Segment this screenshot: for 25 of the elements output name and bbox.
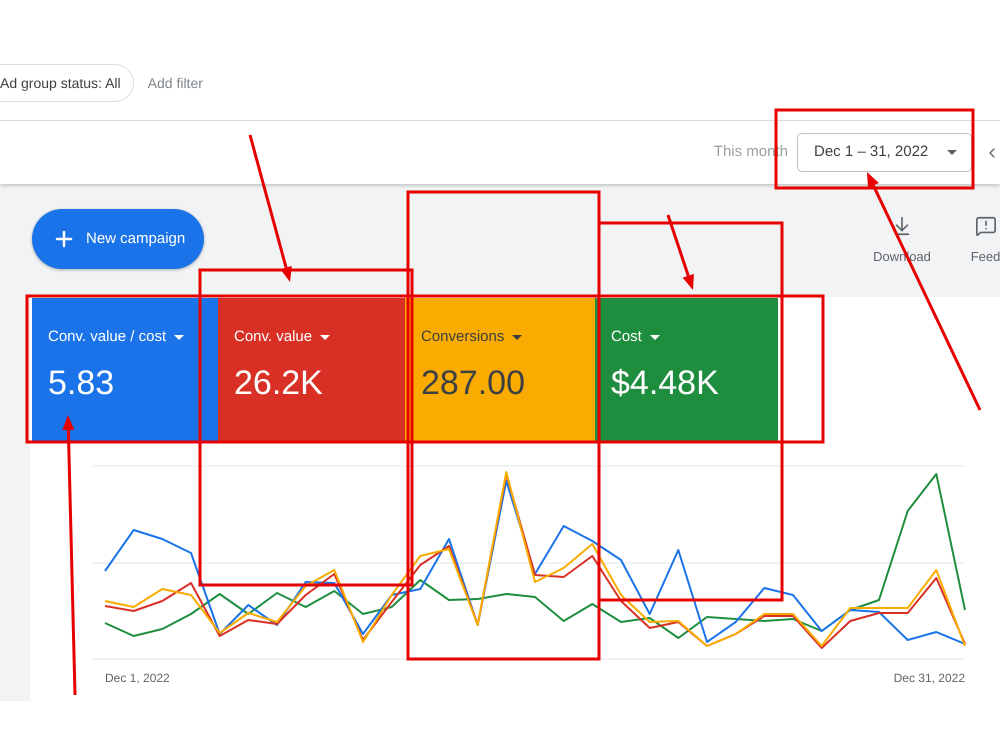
caret-icon (174, 334, 184, 340)
metric-value: 5.83 (48, 363, 114, 403)
metric-tile[interactable]: Conversions 287.00 (405, 298, 595, 441)
caret-icon (650, 334, 660, 340)
caret-icon (512, 334, 522, 340)
toolbar-action[interactable]: Feed (971, 214, 1000, 266)
metric-value: $4.48K (611, 363, 719, 403)
metric-value: 26.2K (234, 363, 323, 403)
metric-value: 287.00 (421, 363, 525, 403)
axis-label: Dec 31, 2022 (894, 670, 965, 686)
metric-tile[interactable]: Conv. value 26.2K (218, 298, 405, 441)
metric-dropdown[interactable]: Cost (611, 327, 660, 347)
metric-dropdown[interactable]: Conv. value (234, 327, 330, 347)
metric-dropdown[interactable]: Conversions (421, 327, 522, 347)
caret-icon (320, 334, 330, 340)
metric-tile[interactable]: Conv. value / cost 5.83 (32, 298, 218, 441)
new-campaign-button[interactable]: New campaign (32, 209, 204, 269)
speech-bubble-icon (974, 214, 996, 238)
add-filter-button[interactable]: Add filter (148, 72, 203, 94)
filter-chip[interactable]: Ad group status: All (0, 64, 134, 102)
metric-tile[interactable]: Cost $4.48K (595, 298, 778, 441)
metric-dropdown[interactable]: Conv. value / cost (48, 327, 184, 347)
date-range-dropdown[interactable]: Dec 1 – 31, 2022 (797, 133, 972, 172)
axis-label: Dec 1, 2022 (105, 670, 170, 686)
caret-icon (947, 150, 957, 155)
